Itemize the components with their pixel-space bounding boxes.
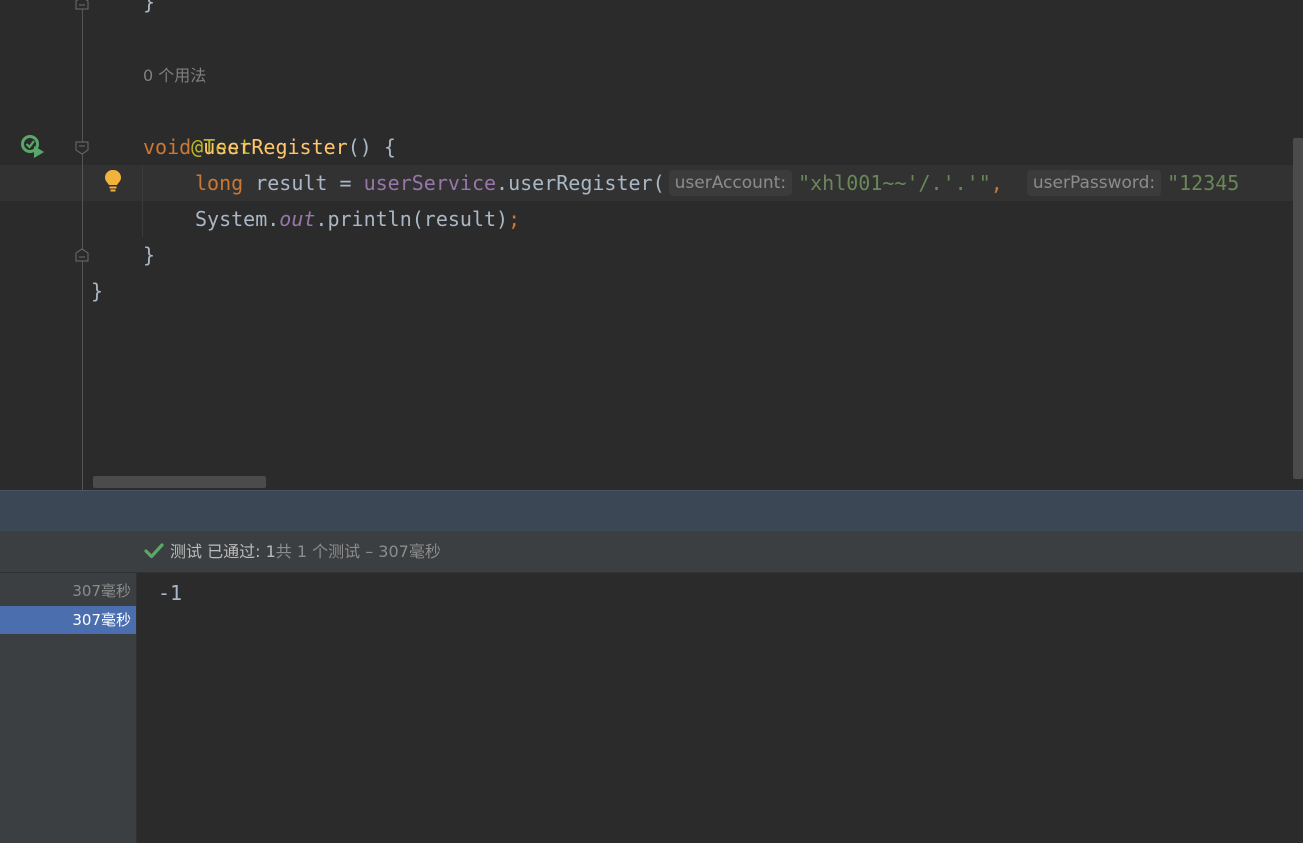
test-results-tree[interactable]: 307毫秒 307毫秒 (0, 573, 137, 843)
vertical-scroll-thumb[interactable] (1293, 138, 1303, 479)
system-text: System. (195, 207, 280, 231)
param-hint-password: userPassword: (1026, 169, 1162, 196)
code-line-close-class[interactable]: } (91, 273, 103, 309)
tree-row-duration: 307毫秒 (72, 582, 131, 600)
test-status-text: 测试 已通过: 1共 1 个测试 – 307毫秒 (170, 531, 441, 573)
tree-row-duration: 307毫秒 (72, 611, 131, 629)
keyword-void: void (143, 135, 192, 159)
close-class-brace: } (91, 279, 104, 303)
code-line-brace[interactable]: } (143, 0, 155, 20)
println-text: .println(result) (315, 207, 509, 231)
comma: , (990, 171, 1003, 195)
horizontal-scroll-thumb[interactable] (93, 476, 266, 488)
keyword-long: long (195, 171, 244, 195)
code-editor[interactable]: } 0 个用法 @Test void userRegister() { long… (0, 0, 1303, 490)
arg-account-string: "xhl001~~'/.'.'" (798, 171, 991, 195)
call-text: .userRegister( (496, 171, 665, 195)
arg-password-string: "12345 (1167, 171, 1240, 195)
param-hint-account: userAccount: (668, 169, 793, 196)
usages-hint[interactable]: 0 个用法 (143, 62, 206, 90)
code-line-method-decl[interactable]: void userRegister() { (143, 129, 396, 165)
lightbulb-icon[interactable] (102, 168, 124, 194)
gutter-divider (82, 0, 83, 490)
close-method-brace: } (143, 243, 156, 267)
semicolon: ; (508, 207, 521, 231)
run-tool-window-header (0, 490, 1303, 531)
tree-row-test-selected[interactable]: 307毫秒 (0, 606, 136, 634)
fold-end-icon[interactable] (75, 248, 89, 262)
code-line-print[interactable]: System.out.println(result); (195, 201, 520, 237)
code-line-annotation[interactable]: @Test (143, 93, 251, 159)
out-field: out (279, 207, 316, 231)
user-service-field: userService (363, 171, 497, 195)
console-output-panel[interactable]: -1 (137, 573, 1303, 843)
test-summary-label: 共 1 个测试 – 307毫秒 (275, 542, 441, 561)
method-name: userRegister (203, 135, 348, 159)
code-line-result[interactable]: long result = userService.userRegister(u… (195, 165, 1239, 201)
method-signature: () { (347, 135, 396, 159)
code-line-close-method[interactable]: } (143, 237, 155, 273)
result-var: result = (243, 171, 364, 195)
run-test-icon[interactable] (20, 134, 46, 160)
fold-end-icon[interactable] (75, 0, 89, 10)
tree-row-root[interactable]: 307毫秒 (0, 577, 136, 605)
console-output-text: -1 (158, 581, 183, 605)
check-icon (144, 541, 164, 561)
brace-text: } (143, 0, 156, 14)
test-passed-label: 测试 已通过: 1 (170, 542, 276, 561)
fold-start-icon[interactable] (75, 141, 89, 155)
